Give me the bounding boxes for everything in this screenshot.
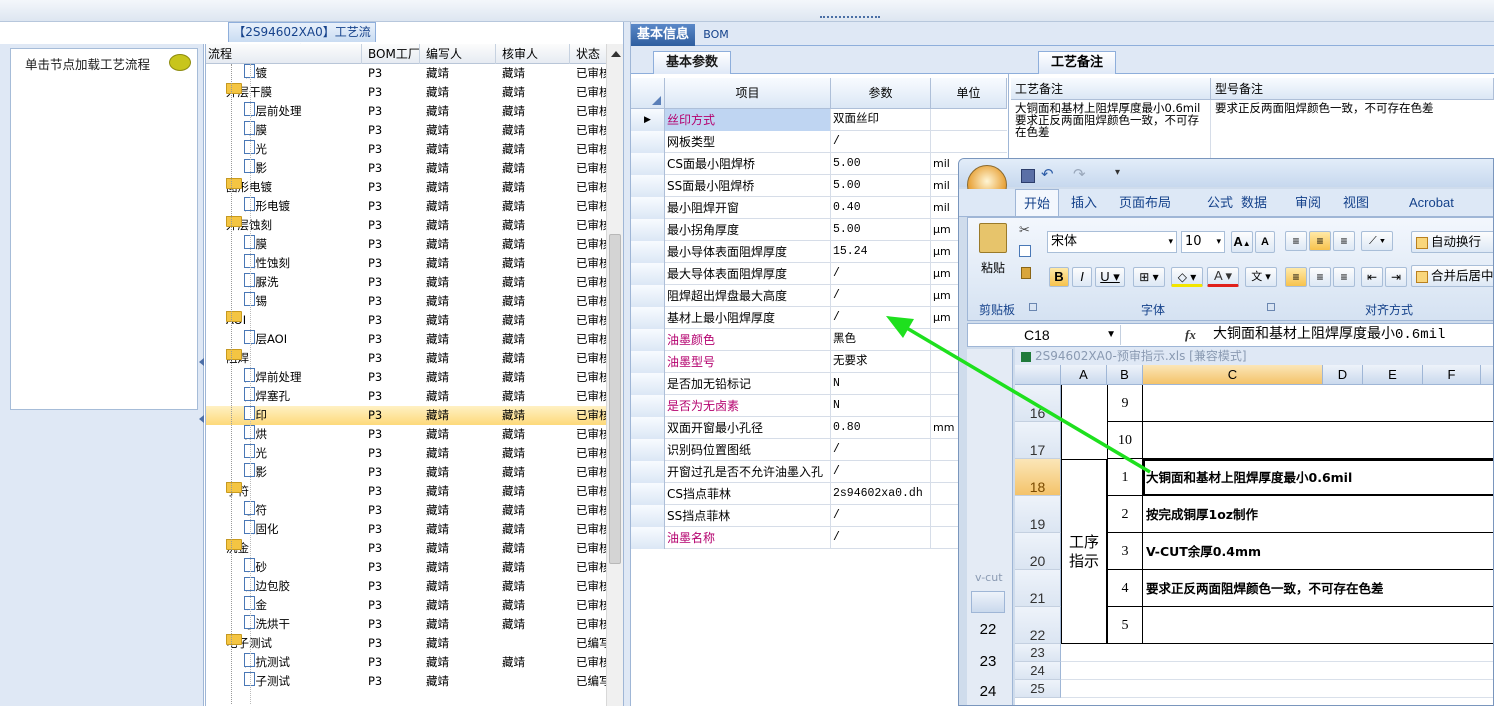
annotation-arrow xyxy=(886,316,1151,474)
annotation-arrow-head xyxy=(886,316,914,338)
annotation-arrow-line xyxy=(904,325,1151,474)
